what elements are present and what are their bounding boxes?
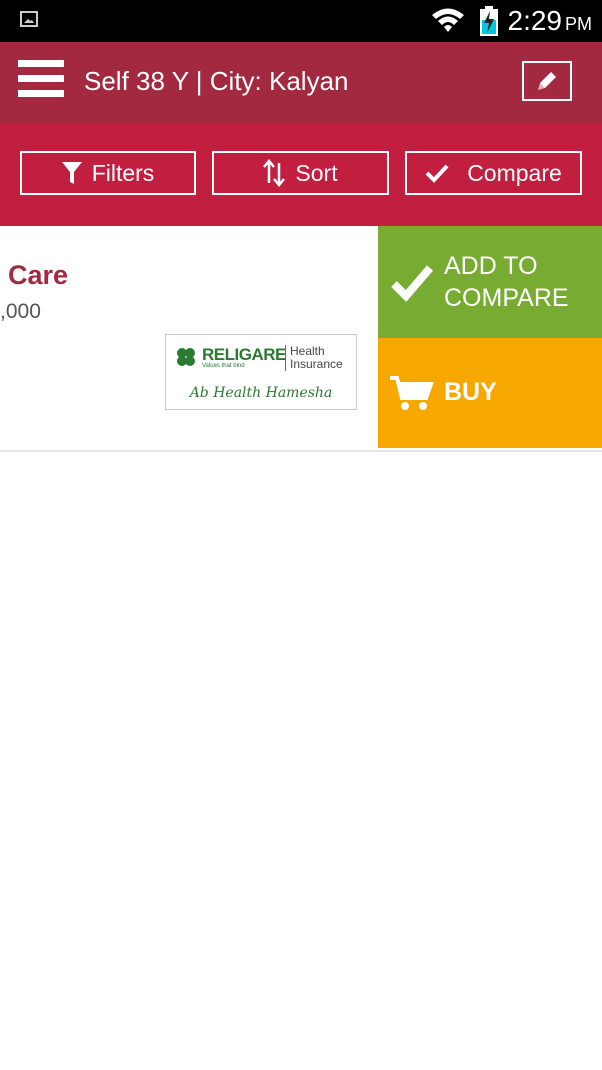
filters-label: Filters [91,159,155,186]
clock-ampm: PM [565,14,592,34]
add-to-compare-button[interactable]: ADD TO COMPARE [378,226,602,338]
wifi-icon [432,8,464,32]
compare-button[interactable]: Compare [405,151,582,195]
sum-insured: ,000 [0,300,41,323]
sort-icon [263,159,286,187]
page-title: Self 38 Y | City: Kalyan [84,66,349,96]
app-bar: Self 38 Y | City: Kalyan [0,42,602,124]
check-icon [390,262,434,307]
clock-time: 2:29 [507,5,563,36]
battery-charging-icon [480,6,498,36]
check-icon [425,163,449,183]
logo-tagline: Values that bind [202,363,245,369]
buy-label: BUY [444,378,497,406]
cart-icon [388,374,434,417]
insurer-logo: RELIGARE Values that bind Health Insuran… [165,334,357,410]
logo-slogan: Ab Health Hamesha [189,385,333,401]
sort-button[interactable]: Sort [212,151,389,195]
pencil-icon [538,72,556,90]
filter-icon [61,162,82,184]
logo-divider [285,345,286,371]
edit-button[interactable] [522,61,572,101]
logo-product: Health Insurance [290,344,343,371]
filter-toolbar: Filters Sort Compare [0,124,602,226]
logo-brand: RELIGARE [202,345,286,364]
menu-icon[interactable] [18,60,64,104]
sort-label: Sort [295,159,338,186]
image-icon [20,11,38,27]
compare-label: Compare [467,159,562,186]
filters-button[interactable]: Filters [20,151,196,195]
status-bar: 2:29 PM [0,0,602,42]
buy-button[interactable]: BUY [378,338,602,448]
plan-name: Care [8,260,69,290]
clock: 2:29 PM [508,5,593,37]
add-to-compare-label: ADD TO COMPARE [444,252,569,312]
clover-icon [177,348,195,366]
plan-card[interactable]: Care ,000 RELIGARE Values that bind Heal… [0,226,602,452]
